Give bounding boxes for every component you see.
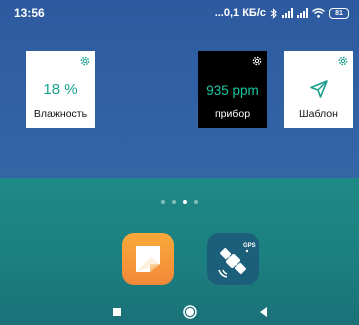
svg-text:GPS: GPS (243, 243, 256, 249)
notes-icon (136, 246, 160, 272)
bluetooth-icon (270, 7, 277, 19)
page-indicator (0, 200, 359, 204)
back-button[interactable] (256, 304, 272, 320)
wifi-icon (312, 8, 325, 18)
humidity-value: 18 % (43, 81, 78, 98)
device-widget[interactable]: 935 ppm прибор (198, 51, 267, 128)
battery-icon: 81 (329, 7, 349, 19)
device-value: 935 ppm (206, 83, 259, 98)
gps-app-icon[interactable]: GPS (207, 233, 259, 285)
humidity-label: Влажность (33, 108, 88, 120)
gps-satellite-icon: GPS (218, 243, 256, 278)
page-dot (194, 200, 198, 204)
send-icon (309, 80, 328, 98)
status-time: 13:56 (14, 6, 45, 20)
gear-icon[interactable] (337, 55, 349, 67)
page-dot (172, 200, 176, 204)
template-label: Шаблон (299, 108, 338, 120)
notes-app-icon[interactable] (122, 233, 174, 285)
home-button[interactable] (182, 304, 198, 320)
gear-icon[interactable] (79, 55, 91, 67)
status-bar: 13:56 ...0,1 КБ/с 81 (0, 0, 359, 26)
humidity-widget[interactable]: 18 % Влажность (26, 51, 95, 128)
recent-apps-button[interactable] (109, 304, 125, 320)
page-dot (161, 200, 165, 204)
net-speed: ...0,1 КБ/с (214, 7, 266, 19)
device-label: прибор (214, 108, 251, 120)
signal-icon (282, 8, 293, 18)
status-indicators: ...0,1 КБ/с 81 (215, 7, 349, 19)
navigation-bar (0, 300, 359, 325)
template-widget[interactable]: Шаблон (284, 51, 353, 128)
page-dot-active (183, 200, 187, 204)
gear-icon[interactable] (251, 55, 263, 67)
signal-icon (297, 8, 308, 18)
